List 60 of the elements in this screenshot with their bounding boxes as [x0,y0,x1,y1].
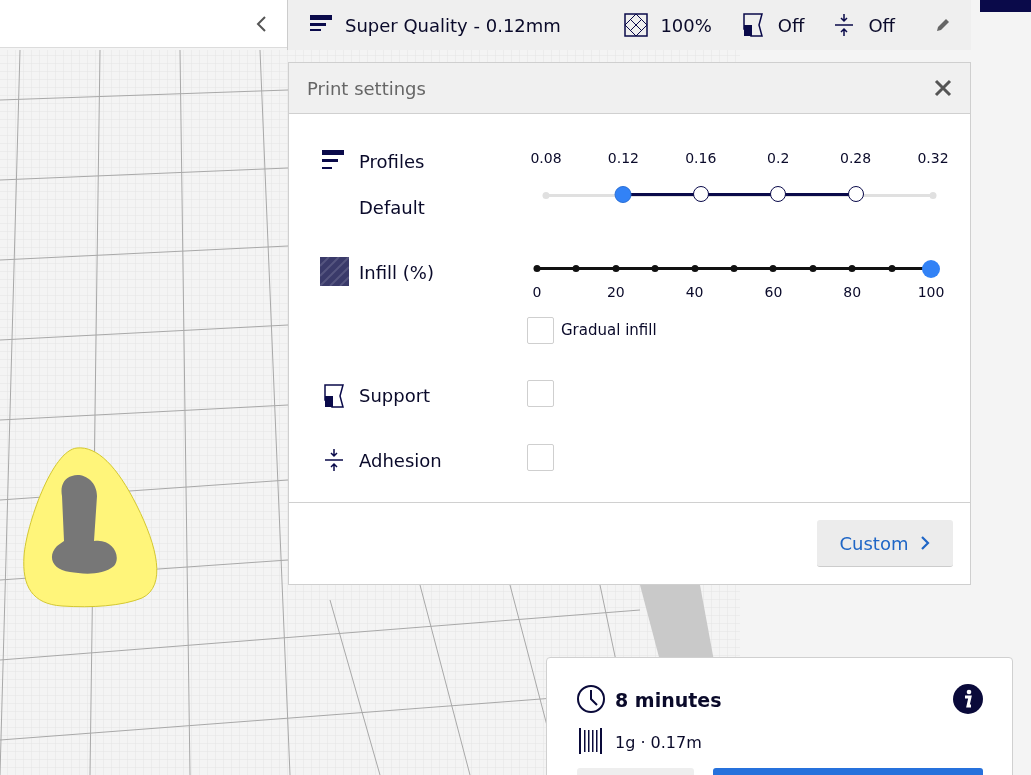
slider-tick [848,265,856,272]
print-time: 8 minutes [615,688,722,713]
slider-handle[interactable] [922,260,940,278]
adhesion-icon [324,448,344,472]
tick-label: 40 [685,283,704,302]
slider-stop[interactable] [770,186,787,202]
slider-stop[interactable] [847,186,864,202]
slider-tick [691,265,699,272]
infill-icon [624,13,649,37]
top-right-strip [980,0,1031,12]
profile-name: Default [359,196,425,220]
slider-tick [533,265,541,272]
tick-label: 20 [606,283,625,302]
custom-button[interactable]: Custom [817,520,953,567]
info-icon[interactable] [953,684,983,714]
material-usage: 1g · 0.17m [615,732,702,754]
support-label: Support [359,384,431,408]
infill-label: Infill (%) [359,261,434,285]
tick-label: 0 [532,283,542,302]
chevron-right-icon [920,535,931,551]
slider-tick [572,265,580,272]
layer-height-label: 0.28 [840,149,872,168]
slider-tick [612,265,620,272]
layer-height-label: 0.12 [607,149,639,168]
profiles-label: Profiles [359,150,425,174]
slider-tick [651,265,659,272]
adhesion-label: Adhesion [359,449,442,473]
checkbox[interactable] [527,444,554,471]
layer-height-label: 0.16 [685,149,717,168]
slider-tick [888,265,896,272]
selected-slider-handle[interactable] [614,186,632,203]
layer-height-label: 0.32 [917,149,949,168]
tick-label: 60 [764,283,783,302]
infill-value: 100% [660,13,712,38]
support-icon [323,384,345,408]
checkbox[interactable] [527,317,554,344]
adhesion-icon [834,13,855,37]
slider-stop[interactable] [542,192,550,199]
clock-icon [576,684,606,714]
slider-tick [769,265,777,272]
slider-tick [730,265,738,272]
panel-title: Print settings [307,76,426,101]
layer-height-label: 0.08 [530,149,562,168]
edit-icon[interactable] [935,17,951,33]
checkbox[interactable] [527,380,554,407]
spool-icon [579,728,603,754]
support-value: Off [777,13,805,38]
tick-label: 80 [843,283,862,302]
slider-tick [809,265,817,272]
infill-pattern-icon [320,257,349,286]
close-icon[interactable] [934,79,952,97]
collapse-icon[interactable] [255,14,267,33]
adhesion-value: Off [868,13,895,38]
slider-stop[interactable] [692,186,709,202]
profile-label: Super Quality - 0.12mm [345,13,561,38]
layer-height-label: 0.2 [767,149,790,168]
tick-label: 100 [917,283,945,302]
support-icon [741,13,764,37]
gradual-infill-label: Gradual infill [561,320,657,342]
slider-stop[interactable] [929,192,937,199]
